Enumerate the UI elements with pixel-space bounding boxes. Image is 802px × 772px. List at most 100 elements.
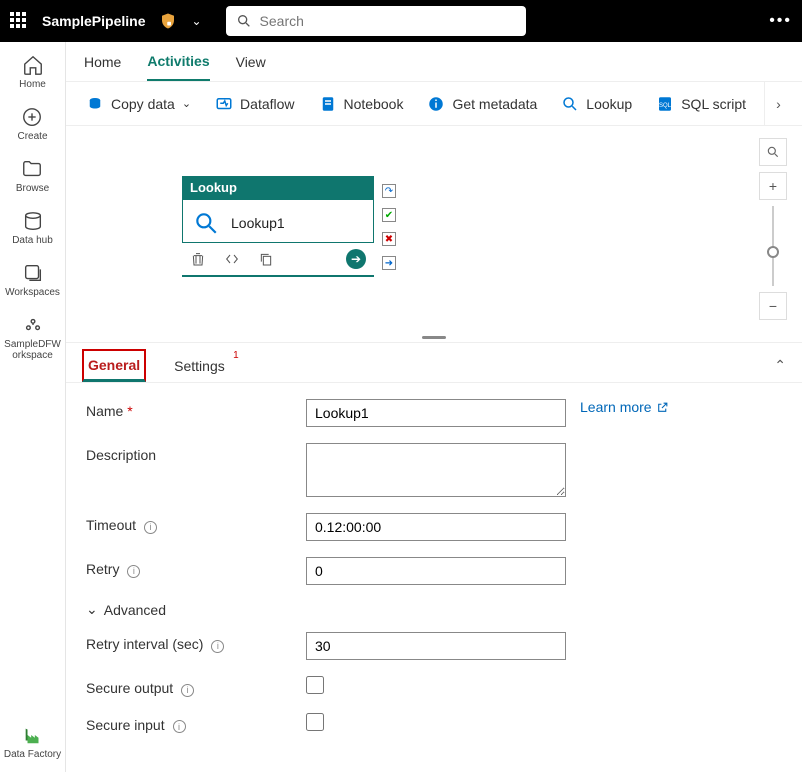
toolbar-label: Lookup [586,96,632,112]
svg-text:SQL: SQL [659,103,672,109]
toolbar-label: Notebook [344,96,404,112]
notebook-icon [319,95,337,113]
sql-icon: SQL [656,95,674,113]
delete-icon[interactable] [190,251,206,267]
name-input[interactable] [306,399,566,427]
chevron-down-icon: ⌄ [182,97,191,110]
dataflow-icon [215,95,233,113]
main-area: Home Activities View Copy data ⌄ Dataflo… [66,42,802,772]
retry-label: Retry i [86,557,306,578]
info-icon[interactable]: i [144,521,157,534]
toolbar-label: SQL script [681,96,746,112]
nav-home[interactable]: Home [19,54,46,90]
learn-more-link[interactable]: Learn more [580,399,669,415]
port-failure-icon[interactable]: ✖ [382,232,396,246]
folder-icon [21,158,43,180]
toolbar-sql-script[interactable]: SQL SQL script [646,89,756,119]
toolbar-copy-data[interactable]: Copy data ⌄ [76,89,201,119]
zoom-fit-icon[interactable] [759,138,787,166]
nav-label: Create [17,131,47,142]
nav-workspaces[interactable]: Workspaces [5,262,60,298]
lookup-icon [561,95,579,113]
app-title: SamplePipeline [42,13,145,29]
search-icon [236,13,252,29]
retry-input[interactable] [306,557,566,585]
secure-input-label: Secure input i [86,713,306,734]
plus-circle-icon [21,106,43,128]
nav-label: Data hub [12,235,53,246]
code-icon[interactable] [224,251,240,267]
nav-label: SampleDFWorkspace [4,339,62,361]
node-output-ports: ↷ ✔ ✖ ➜ [382,184,396,270]
toolbar-label: Get metadata [452,96,537,112]
zoom-control: + − [758,138,788,320]
secure-output-label: Secure output i [86,676,306,697]
toolbar-label: Dataflow [240,96,294,112]
panel-tab-general[interactable]: General [82,349,146,382]
port-skip-icon[interactable]: ↷ [382,184,396,198]
app-launcher-icon[interactable] [10,12,28,30]
top-tabs: Home Activities View [66,42,802,82]
toolbar-scroll-right[interactable]: › [764,82,792,125]
external-link-icon [656,401,669,414]
nav-data-hub[interactable]: Data hub [12,210,53,246]
search-input[interactable] [260,13,516,29]
data-factory-icon [22,724,44,746]
advanced-label: Advanced [104,602,166,618]
toolbar-label: Copy data [111,96,175,112]
toolbar-dataflow[interactable]: Dataflow [205,89,304,119]
copy-icon[interactable] [258,251,274,267]
nav-sample-workspace[interactable]: SampleDFWorkspace [4,314,62,361]
zoom-slider[interactable] [772,206,774,286]
info-icon [427,95,445,113]
stack-icon [22,262,44,284]
lookup-icon [193,210,219,236]
nav-label: Data Factory [4,749,61,760]
info-icon[interactable]: i [127,565,140,578]
name-label: Name * [86,399,306,419]
tab-home[interactable]: Home [84,44,121,80]
toolbar-lookup[interactable]: Lookup [551,89,642,119]
workspace-icon [22,314,44,336]
zoom-out-button[interactable]: − [759,292,787,320]
properties-tabs: General Settings 1 ⌃ [66,342,802,382]
port-completion-icon[interactable]: ➜ [382,256,396,270]
secure-output-checkbox[interactable] [306,676,324,694]
timeout-label: Timeout i [86,513,306,534]
port-success-icon[interactable]: ✔ [382,208,396,222]
info-icon[interactable]: i [211,640,224,653]
nav-data-factory[interactable]: Data Factory [4,724,61,760]
tab-activities[interactable]: Activities [147,43,209,81]
nav-browse[interactable]: Browse [16,158,49,194]
activity-node-lookup[interactable]: Lookup Lookup1 ➔ ↷ ✔ ✖ ➜ [182,176,374,277]
shield-icon [159,12,177,30]
properties-panel: Name * Learn more Description Timeout i … [66,382,802,772]
timeout-input[interactable] [306,513,566,541]
toolbar-notebook[interactable]: Notebook [309,89,414,119]
panel-collapse-icon[interactable]: ⌃ [774,357,786,374]
info-icon[interactable]: i [173,720,186,733]
advanced-toggle[interactable]: ⌄ Advanced [86,601,782,618]
panel-tab-label: Settings [174,358,225,374]
nav-create[interactable]: Create [17,106,47,142]
nav-label: Home [19,79,46,90]
more-icon[interactable]: ••• [769,12,792,30]
zoom-in-button[interactable]: + [759,172,787,200]
left-nav: Home Create Browse Data hub Workspaces S… [0,42,66,772]
toolbar-get-metadata[interactable]: Get metadata [417,89,547,119]
secure-input-checkbox[interactable] [306,713,324,731]
tab-view[interactable]: View [236,44,266,80]
nav-label: Browse [16,183,49,194]
panel-tab-settings[interactable]: Settings 1 [170,352,229,380]
copy-data-icon [86,95,104,113]
description-input[interactable] [306,443,566,497]
node-type-label: Lookup [182,176,374,199]
pipeline-canvas[interactable]: + − Lookup Lookup1 ➔ ↷ ✔ [66,126,802,336]
info-icon[interactable]: i [181,684,194,697]
retry-interval-input[interactable] [306,632,566,660]
chevron-down-icon: ⌄ [86,601,98,618]
chevron-down-icon[interactable]: ⌄ [191,14,201,28]
run-icon[interactable]: ➔ [346,249,366,269]
search-field[interactable] [226,6,526,36]
node-name: Lookup1 [231,215,285,231]
